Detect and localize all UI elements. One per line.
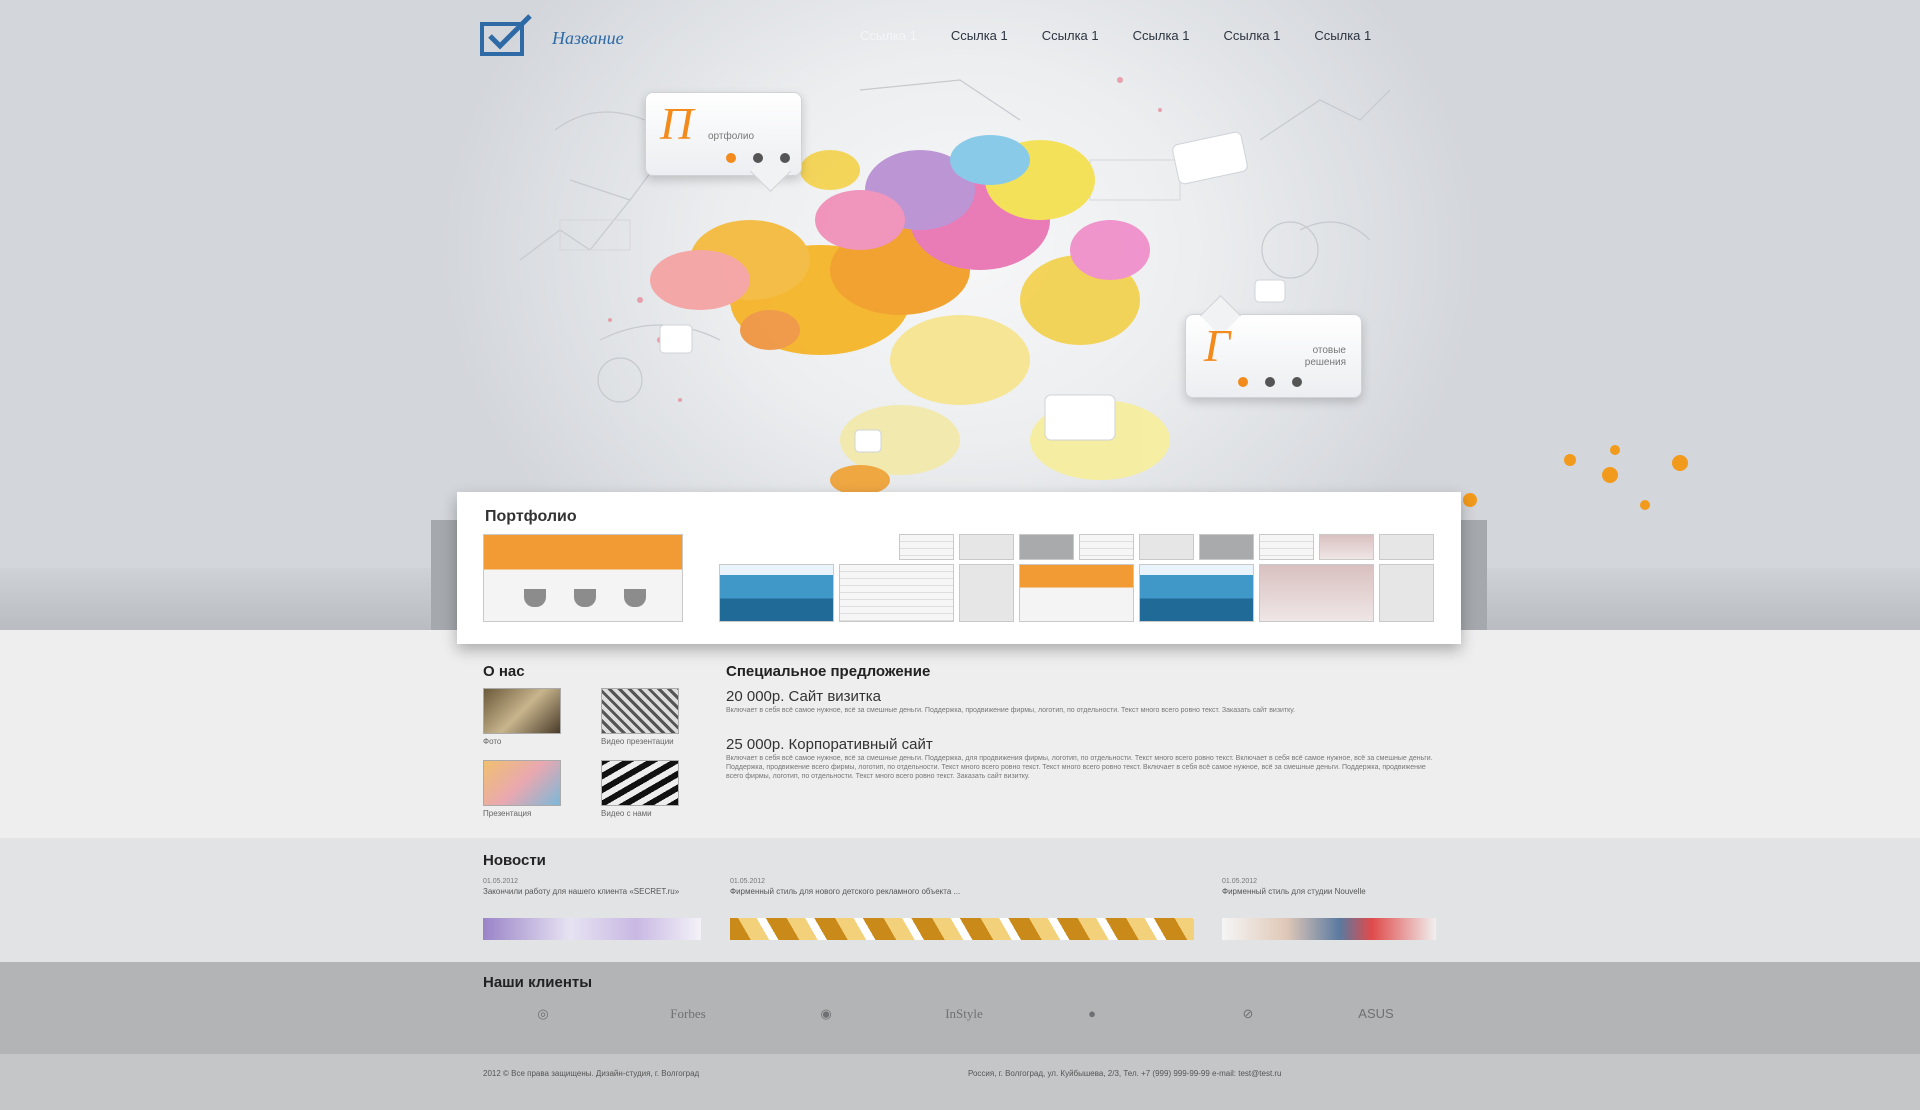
nav-link-5[interactable]: Ссылка 1 bbox=[1224, 28, 1281, 52]
content-band bbox=[0, 630, 1920, 838]
bubble-letter: Г bbox=[1204, 320, 1231, 371]
pager-dot-active[interactable] bbox=[1238, 377, 1248, 387]
logo[interactable]: Название bbox=[480, 14, 670, 58]
cup-image bbox=[574, 589, 596, 607]
about-caption: Фото bbox=[483, 737, 502, 746]
client-logo-instyle[interactable]: InStyle bbox=[924, 1006, 1004, 1022]
portfolio-thumb-small[interactable] bbox=[1139, 534, 1194, 560]
portfolio-thumb-small[interactable] bbox=[1319, 534, 1374, 560]
portfolio-thumb-small[interactable] bbox=[959, 534, 1014, 560]
checkmark-icon bbox=[480, 14, 532, 56]
news-item[interactable]: 01.05.2012 Фирменный стиль для нового де… bbox=[730, 878, 1110, 897]
portfolio-thumb-small[interactable] bbox=[1379, 534, 1434, 560]
about-thumb bbox=[483, 688, 561, 734]
bubble-label-line1: отовые bbox=[1312, 345, 1346, 356]
about-caption: Видео с нами bbox=[601, 809, 652, 818]
portfolio-thumb[interactable] bbox=[719, 564, 834, 622]
offer-heading-card-site[interactable]: 20 000р. Сайт визитка bbox=[726, 688, 881, 705]
news-item[interactable]: 01.05.2012 Фирменный стиль для студии No… bbox=[1222, 878, 1442, 897]
clients-title: Наши клиенты bbox=[483, 974, 593, 991]
news-section bbox=[0, 838, 1920, 962]
news-title: Новости bbox=[483, 852, 546, 869]
news-item[interactable]: 01.05.2012 Закончили работу для нашего к… bbox=[483, 878, 703, 897]
news-text: Закончили работу для нашего клиента «SEC… bbox=[483, 887, 680, 896]
portfolio-thumb-featured[interactable] bbox=[483, 534, 683, 622]
nav-link-3[interactable]: Ссылка 1 bbox=[1042, 28, 1099, 52]
about-item-presentation[interactable]: Презентация bbox=[483, 760, 593, 818]
nav-link-4[interactable]: Ссылка 1 bbox=[1133, 28, 1190, 52]
about-item-video-with-us[interactable]: Видео с нами bbox=[601, 760, 711, 818]
about-thumb bbox=[601, 688, 679, 734]
client-logo[interactable]: ◎ bbox=[528, 1006, 558, 1022]
footer-copyright: 2012 © Все права защищены. Дизайн-студия… bbox=[483, 1069, 700, 1078]
logo-text: Название bbox=[552, 28, 624, 48]
portfolio-thumb-small[interactable] bbox=[1199, 534, 1254, 560]
portfolio-thumb[interactable] bbox=[1019, 564, 1134, 622]
about-caption: Видео презентации bbox=[601, 737, 674, 746]
pager-dot[interactable] bbox=[753, 153, 763, 163]
bubble-label: ортфолио bbox=[708, 131, 755, 142]
nav-link-6[interactable]: Ссылка 1 bbox=[1314, 28, 1371, 52]
client-logo[interactable]: ◉ bbox=[806, 1006, 846, 1022]
portfolio-thumb[interactable] bbox=[1139, 564, 1254, 622]
portfolio-bubble[interactable]: П ортфолио bbox=[645, 92, 802, 193]
portfolio-thumb[interactable] bbox=[1379, 564, 1434, 622]
special-offer-title: Специальное предложение bbox=[726, 663, 931, 680]
ribbon-fold-right bbox=[1461, 520, 1487, 630]
footer-contacts: Россия, г. Волгоград, ул. Куйбышева, 2/3… bbox=[968, 1069, 1282, 1078]
about-item-photo[interactable]: Фото bbox=[483, 688, 593, 746]
news-image[interactable] bbox=[730, 918, 1194, 940]
client-logo-forbes[interactable]: Forbes bbox=[648, 1006, 728, 1022]
client-logo-lexus[interactable]: ⊘ bbox=[1228, 1006, 1268, 1022]
news-text: Фирменный стиль для нового детского рекл… bbox=[730, 887, 961, 896]
main-nav: Ссылка 1 Ссылка 1 Ссылка 1 Ссылка 1 Ссыл… bbox=[860, 28, 1371, 52]
about-thumb bbox=[601, 760, 679, 806]
portfolio-thumb-small[interactable] bbox=[899, 534, 954, 560]
about-title: О нас bbox=[483, 663, 525, 680]
portfolio-thumb-small[interactable] bbox=[1259, 534, 1314, 560]
nav-link-2[interactable]: Ссылка 1 bbox=[951, 28, 1008, 52]
cup-image bbox=[524, 589, 546, 607]
client-logo[interactable]: ● bbox=[1072, 1006, 1112, 1021]
solutions-bubble[interactable]: Г отовые решения bbox=[1185, 294, 1362, 398]
pager-dot-active[interactable] bbox=[726, 153, 736, 163]
portfolio-thumb[interactable] bbox=[1259, 564, 1374, 622]
nav-link-1[interactable]: Ссылка 1 bbox=[860, 28, 917, 52]
news-date: 01.05.2012 bbox=[1222, 878, 1258, 885]
offer-description: Включает в себя всё самое нужное, всё за… bbox=[726, 707, 1296, 714]
pager-dot[interactable] bbox=[1265, 377, 1275, 387]
portfolio-thumb-small[interactable] bbox=[1019, 534, 1074, 560]
pager-dot[interactable] bbox=[780, 153, 790, 163]
bubble-letter: П bbox=[660, 98, 694, 149]
about-item-video-presentation[interactable]: Видео презентации bbox=[601, 688, 711, 746]
news-image[interactable] bbox=[483, 918, 701, 940]
ribbon-fold-left bbox=[431, 520, 457, 630]
portfolio-thumb-small[interactable] bbox=[1079, 534, 1134, 560]
offer-heading-corporate-site[interactable]: 25 000р. Корпоративный сайт bbox=[726, 736, 933, 753]
portfolio-thumb[interactable] bbox=[839, 564, 954, 622]
news-date: 01.05.2012 bbox=[730, 878, 766, 885]
page: Название Ссылка 1 Ссылка 1 Ссылка 1 Ссыл… bbox=[0, 0, 1920, 1110]
portfolio-thumb[interactable] bbox=[959, 564, 1014, 622]
about-thumb bbox=[483, 760, 561, 806]
about-caption: Презентация bbox=[483, 809, 532, 818]
client-logo-asus[interactable]: ASUS bbox=[1346, 1006, 1406, 1021]
pager-dot[interactable] bbox=[1292, 377, 1302, 387]
bubble-pager bbox=[726, 153, 790, 163]
bubble-pager bbox=[1238, 377, 1302, 387]
news-date: 01.05.2012 bbox=[483, 878, 519, 885]
offer-description: Включает в себя всё самое нужное, всё за… bbox=[726, 755, 1433, 780]
footer bbox=[0, 1054, 1920, 1110]
news-text: Фирменный стиль для студии Nouvelle bbox=[1222, 887, 1366, 896]
portfolio-panel: Портфолио bbox=[457, 492, 1461, 644]
bubble-label: отовые решения bbox=[1256, 345, 1346, 369]
news-image[interactable] bbox=[1222, 918, 1436, 940]
portfolio-title: Портфолио bbox=[485, 508, 577, 525]
cup-image bbox=[624, 589, 646, 607]
bubble-label-line2: решения bbox=[1304, 357, 1346, 368]
